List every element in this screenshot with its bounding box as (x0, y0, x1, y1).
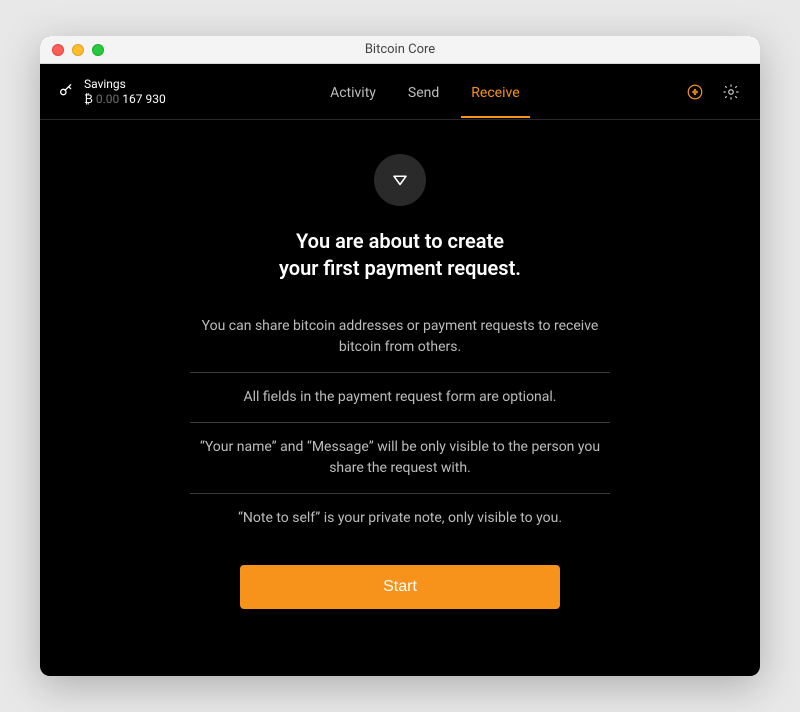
nav-tabs: Activity Send Receive (166, 67, 684, 117)
receive-hero-icon (374, 154, 426, 206)
window-close-button[interactable] (52, 44, 64, 56)
headline-line2: your first payment request. (279, 255, 521, 282)
wallet-balance: ₿ 0.00 167 930 (84, 92, 166, 106)
titlebar: Bitcoin Core (40, 36, 760, 64)
info-block: You can share bitcoin addresses or payme… (190, 302, 610, 543)
app-window: Bitcoin Core Savings ₿ 0.00 167 930 Acti… (40, 36, 760, 676)
traffic-lights (52, 44, 104, 56)
start-button[interactable]: Start (240, 565, 560, 609)
info-item-3: “Your name” and “Message” will be only v… (190, 423, 610, 494)
info-item-4: “Note to self” is your private note, onl… (190, 494, 610, 543)
window-minimize-button[interactable] (72, 44, 84, 56)
window-title: Bitcoin Core (40, 42, 760, 57)
key-icon (58, 82, 74, 102)
tab-send[interactable]: Send (404, 67, 443, 117)
settings-button[interactable] (720, 81, 742, 103)
wallet-name: Savings (84, 77, 166, 91)
main-content: You are about to create your first payme… (40, 120, 760, 676)
network-status-icon[interactable] (684, 81, 706, 103)
headline: You are about to create your first payme… (279, 228, 521, 282)
tab-receive[interactable]: Receive (467, 67, 523, 117)
topbar: Savings ₿ 0.00 167 930 Activity Send Rec… (40, 64, 760, 120)
wallet-selector[interactable]: Savings ₿ 0.00 167 930 (58, 77, 166, 106)
info-item-1: You can share bitcoin addresses or payme… (190, 302, 610, 373)
tab-activity[interactable]: Activity (326, 67, 380, 117)
wallet-text: Savings ₿ 0.00 167 930 (84, 77, 166, 106)
info-item-2: All fields in the payment request form a… (190, 373, 610, 423)
topbar-right (684, 81, 742, 103)
window-maximize-button[interactable] (92, 44, 104, 56)
headline-line1: You are about to create (279, 228, 521, 255)
